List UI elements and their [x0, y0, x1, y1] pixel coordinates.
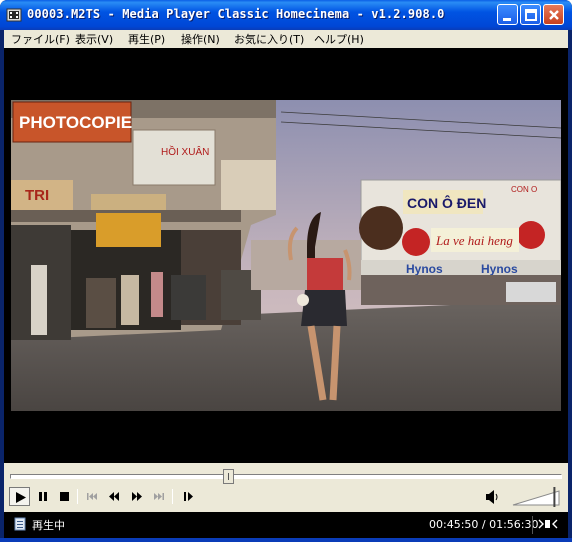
maximize-icon: [525, 9, 537, 21]
hynos-sign: Hynos: [406, 262, 443, 276]
hynos-sign-2: Hynos: [481, 262, 518, 276]
stream-info-icon[interactable]: [537, 517, 559, 531]
playback-state: 再生中: [32, 519, 65, 532]
play-icon: [16, 492, 26, 503]
con-o-den-sign: CON Ô ĐEN: [407, 194, 486, 211]
pause-button[interactable]: [32, 487, 53, 506]
video-frame: PHOTOCOPIE HỒI XUÂN TRI CON Ô ĐEN CON O: [11, 100, 561, 411]
photocopie-sign: PHOTOCOPIE: [19, 113, 132, 132]
skip-back-icon: [87, 493, 97, 500]
minimize-icon: [503, 18, 511, 21]
minimize-button[interactable]: [497, 4, 518, 25]
video-area[interactable]: PHOTOCOPIE HỒI XUÂN TRI CON Ô ĐEN CON O: [4, 48, 568, 463]
status-bar: 再生中 00:45:50 / 01:56:30: [4, 512, 568, 538]
seek-thumb[interactable]: [223, 469, 234, 484]
skip-forward-button[interactable]: [148, 487, 169, 506]
close-icon: [549, 10, 559, 20]
window-border: [0, 538, 572, 542]
skip-back-button[interactable]: [82, 487, 103, 506]
rewind-icon: [109, 492, 119, 501]
menu-help[interactable]: ヘルプ(H): [314, 31, 364, 47]
close-button[interactable]: [543, 4, 564, 25]
pause-icon: [39, 492, 47, 501]
con-o-sign: CON O: [511, 185, 537, 194]
stop-icon: [60, 492, 69, 501]
frame-step-button[interactable]: [178, 487, 199, 506]
menu-navigate[interactable]: 操作(N): [181, 31, 220, 47]
volume-icon[interactable]: [483, 488, 499, 506]
control-panel: [4, 463, 568, 512]
stop-button[interactable]: [54, 487, 75, 506]
volume-slider[interactable]: [511, 485, 563, 509]
player-window: 00003.M2TS - Media Player Classic Homeci…: [0, 0, 572, 542]
hoi-xuan-sign: HỒI XUÂN: [161, 145, 209, 158]
skip-forward-icon: [154, 493, 164, 500]
app-icon: [6, 8, 22, 22]
maximize-button[interactable]: [520, 4, 541, 25]
separator: [77, 489, 78, 504]
time-display[interactable]: 00:45:50 / 01:56:30: [429, 518, 539, 531]
menu-view[interactable]: 表示(V): [75, 31, 113, 47]
seek-bar[interactable]: [10, 474, 562, 479]
tri-sign: TRI: [25, 187, 49, 204]
menu-play[interactable]: 再生(P): [128, 31, 165, 47]
menu-bar: ファイル(F) 表示(V) 再生(P) 操作(N) お気に入り(T) ヘルプ(H…: [4, 30, 568, 48]
fast-forward-icon: [132, 492, 142, 501]
separator: [172, 489, 173, 504]
hai-heng-sign: La ve hai heng: [435, 233, 513, 248]
window-title: 00003.M2TS - Media Player Classic Homeci…: [27, 7, 445, 21]
frame-step-icon: [184, 492, 193, 501]
fast-forward-button[interactable]: [126, 487, 147, 506]
rewind-button[interactable]: [104, 487, 125, 506]
menu-favorites[interactable]: お気に入り(T): [234, 31, 304, 47]
title-bar[interactable]: 00003.M2TS - Media Player Classic Homeci…: [0, 0, 572, 30]
separator: [532, 516, 533, 534]
status-file-icon: [14, 517, 26, 531]
menu-file[interactable]: ファイル(F): [11, 31, 70, 47]
play-button[interactable]: [9, 487, 30, 506]
